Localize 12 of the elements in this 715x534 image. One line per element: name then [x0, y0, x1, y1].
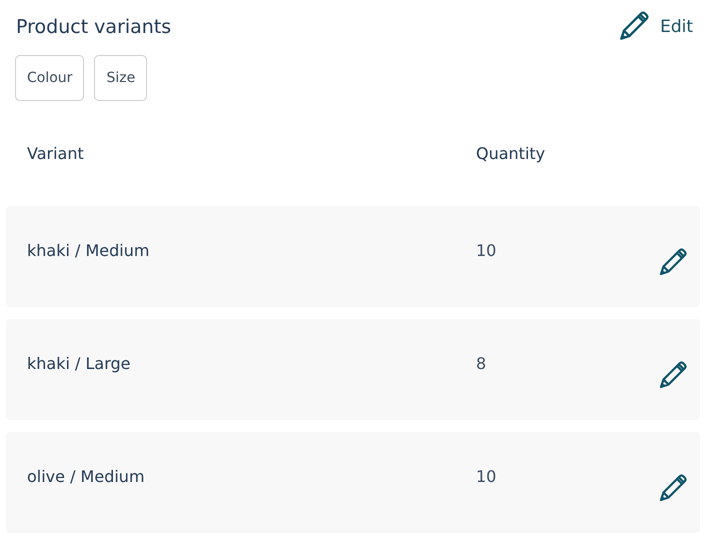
quantity-value: 10 [476, 241, 498, 260]
variant-name: khaki / Large [27, 354, 132, 373]
edit-button[interactable]: Edit [616, 10, 693, 44]
quantity-value: 8 [476, 354, 488, 373]
variant-name: olive / Medium [27, 467, 146, 486]
variant-name: khaki / Medium [27, 241, 150, 260]
column-header: Quantity [476, 144, 546, 163]
column-header: Variant [27, 144, 85, 163]
option-chip[interactable]: Colour [15, 55, 84, 101]
section-title: Product variants [16, 16, 172, 38]
quantity-value: 10 [476, 467, 498, 486]
option-chip[interactable]: Size [94, 55, 148, 101]
